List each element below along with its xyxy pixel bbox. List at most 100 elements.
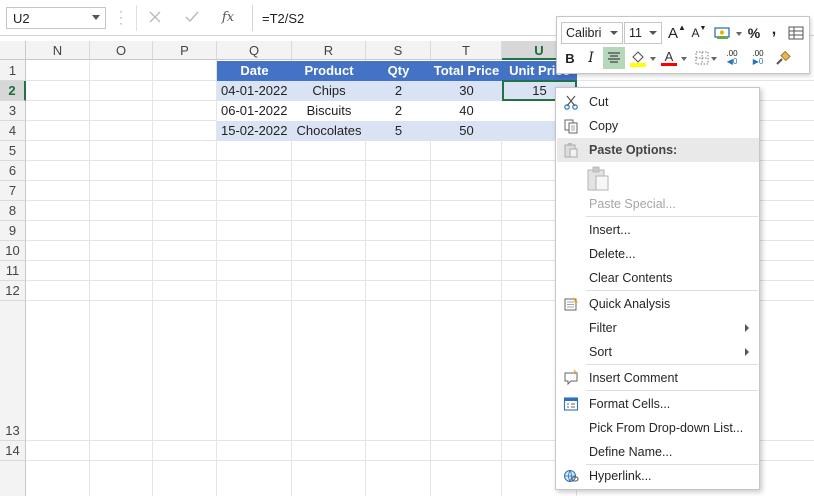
chevron-down-icon[interactable] bbox=[681, 57, 687, 61]
column-header-q[interactable]: Q bbox=[217, 41, 292, 60]
font-color-button[interactable]: A bbox=[659, 48, 679, 68]
chevron-down-icon[interactable] bbox=[736, 32, 742, 36]
row-header-9[interactable]: 9 bbox=[0, 221, 26, 241]
column-header-t[interactable]: T bbox=[431, 41, 502, 60]
chevron-right-icon bbox=[745, 348, 749, 356]
decrease-decimal-button[interactable]: .00 ▶0 bbox=[746, 48, 770, 68]
table-icon bbox=[788, 26, 804, 40]
font-size-combo[interactable]: 11 bbox=[624, 22, 662, 44]
chevron-down-icon[interactable] bbox=[649, 31, 657, 35]
table-cell[interactable] bbox=[502, 121, 555, 141]
increase-font-size-button[interactable]: A ▲ bbox=[667, 23, 687, 43]
format-table-button[interactable] bbox=[786, 23, 806, 43]
column-header-p[interactable]: P bbox=[153, 41, 217, 60]
menu-item-format-cells[interactable]: Format Cells... bbox=[557, 392, 759, 416]
table-cell[interactable]: 2 bbox=[366, 81, 431, 101]
name-box[interactable]: U2 bbox=[6, 7, 106, 29]
table-cell[interactable]: Biscuits bbox=[292, 101, 366, 121]
bold-button[interactable]: B bbox=[560, 48, 580, 68]
column-header-o[interactable]: O bbox=[90, 41, 153, 60]
table-cell[interactable]: 50 bbox=[431, 121, 502, 141]
menu-item-copy[interactable]: Copy bbox=[557, 114, 759, 138]
row-header-7[interactable]: 7 bbox=[0, 181, 26, 201]
menu-item-quick-analysis[interactable]: Quick Analysis bbox=[557, 292, 759, 316]
menu-item-cut[interactable]: Cut bbox=[557, 90, 759, 114]
menu-item-paste-special[interactable]: Paste Special... bbox=[557, 192, 759, 216]
accounting-format-button[interactable] bbox=[711, 23, 735, 43]
row-header-1[interactable]: 1 bbox=[0, 61, 26, 81]
row-header-3[interactable]: 3 bbox=[0, 101, 26, 121]
row-header-4[interactable]: 4 bbox=[0, 121, 26, 141]
chevron-down-icon[interactable] bbox=[711, 57, 717, 61]
header-date[interactable]: Date bbox=[217, 61, 292, 81]
fill-color-button[interactable] bbox=[628, 48, 648, 68]
menu-item-insert-comment[interactable]: Insert Comment bbox=[557, 366, 759, 390]
menu-item-label: Sort bbox=[589, 345, 612, 359]
row-header-5[interactable]: 5 bbox=[0, 141, 26, 161]
comma-style-button[interactable]: , bbox=[764, 20, 784, 40]
formula-text: =T2/S2 bbox=[262, 11, 305, 26]
chevron-right-icon bbox=[745, 324, 749, 332]
menu-item-label: Delete... bbox=[589, 247, 636, 261]
header-product[interactable]: Product bbox=[292, 61, 366, 81]
chevron-down-icon[interactable] bbox=[610, 31, 618, 35]
name-box-value: U2 bbox=[13, 11, 30, 26]
table-cell[interactable]: 30 bbox=[431, 81, 502, 101]
decrease-font-size-button[interactable]: A ▼ bbox=[689, 23, 709, 43]
menu-item-label: Copy bbox=[589, 119, 619, 133]
select-all-corner[interactable] bbox=[0, 41, 26, 60]
table-cell[interactable]: 15-02-2022 bbox=[217, 121, 292, 141]
row-header-12[interactable]: 12 bbox=[0, 281, 26, 301]
row-header-14[interactable]: 14 bbox=[0, 441, 26, 461]
row-header-8[interactable]: 8 bbox=[0, 201, 26, 221]
table-cell[interactable]: 40 bbox=[431, 101, 502, 121]
table-cell[interactable]: 04-01-2022 bbox=[217, 81, 292, 101]
menu-item-sort[interactable]: Sort bbox=[557, 340, 759, 364]
cancel-icon[interactable] bbox=[144, 6, 166, 28]
menu-item-hyperlink[interactable]: Hyperlink... bbox=[557, 464, 759, 488]
table-cell[interactable]: Chips bbox=[292, 81, 366, 101]
column-header-n[interactable]: N bbox=[26, 41, 90, 60]
increase-decimal-button[interactable]: .00 ◀0 bbox=[720, 48, 744, 68]
table-cell[interactable]: Chocolates bbox=[292, 121, 366, 141]
percent-style-button[interactable]: % bbox=[744, 23, 764, 43]
accounting-icon bbox=[714, 27, 730, 39]
copy-icon bbox=[562, 117, 580, 135]
menu-item-delete[interactable]: Delete... bbox=[557, 242, 759, 266]
quick-analysis-icon bbox=[562, 295, 580, 313]
chevron-down-icon[interactable] bbox=[92, 15, 100, 20]
clipboard-icon bbox=[562, 141, 580, 159]
table-cell[interactable] bbox=[502, 101, 555, 121]
header-total-price[interactable]: Total Price bbox=[431, 61, 502, 81]
header-qty[interactable]: Qty bbox=[366, 61, 431, 81]
paintbrush-icon bbox=[776, 50, 791, 65]
font-name-combo[interactable]: Calibri bbox=[561, 22, 623, 44]
row-header-11[interactable]: 11 bbox=[0, 261, 26, 281]
menu-item-filter[interactable]: Filter bbox=[557, 316, 759, 340]
row-header-2[interactable]: 2 bbox=[0, 81, 26, 101]
insert-function-icon[interactable]: fx bbox=[217, 6, 239, 28]
chevron-down-icon[interactable] bbox=[650, 57, 656, 61]
enter-icon[interactable] bbox=[181, 6, 203, 28]
format-painter-button[interactable] bbox=[773, 48, 793, 68]
borders-button[interactable] bbox=[692, 48, 712, 68]
format-cells-icon bbox=[562, 395, 580, 413]
table-cell[interactable]: 06-01-2022 bbox=[217, 101, 292, 121]
menu-item-clear-contents[interactable]: Clear Contents bbox=[557, 266, 759, 290]
row-header-13[interactable]: 13 bbox=[0, 421, 26, 441]
menu-item-insert[interactable]: Insert... bbox=[557, 218, 759, 242]
gridline bbox=[152, 60, 153, 496]
menu-item-pick-from-list[interactable]: Pick From Drop-down List... bbox=[557, 416, 759, 440]
row-header-10[interactable]: 10 bbox=[0, 241, 26, 261]
menu-item-label: Clear Contents bbox=[589, 271, 673, 285]
center-align-button[interactable] bbox=[603, 47, 625, 69]
column-header-s[interactable]: S bbox=[366, 41, 431, 60]
menu-section-paste-options: Paste Options: bbox=[557, 138, 759, 162]
menu-item-define-name[interactable]: Define Name... bbox=[557, 440, 759, 464]
table-cell[interactable]: 2 bbox=[366, 101, 431, 121]
divider bbox=[136, 5, 137, 31]
table-cell[interactable]: 5 bbox=[366, 121, 431, 141]
row-header-6[interactable]: 6 bbox=[0, 161, 26, 181]
column-header-r[interactable]: R bbox=[292, 41, 366, 60]
italic-button[interactable]: I bbox=[581, 48, 601, 68]
